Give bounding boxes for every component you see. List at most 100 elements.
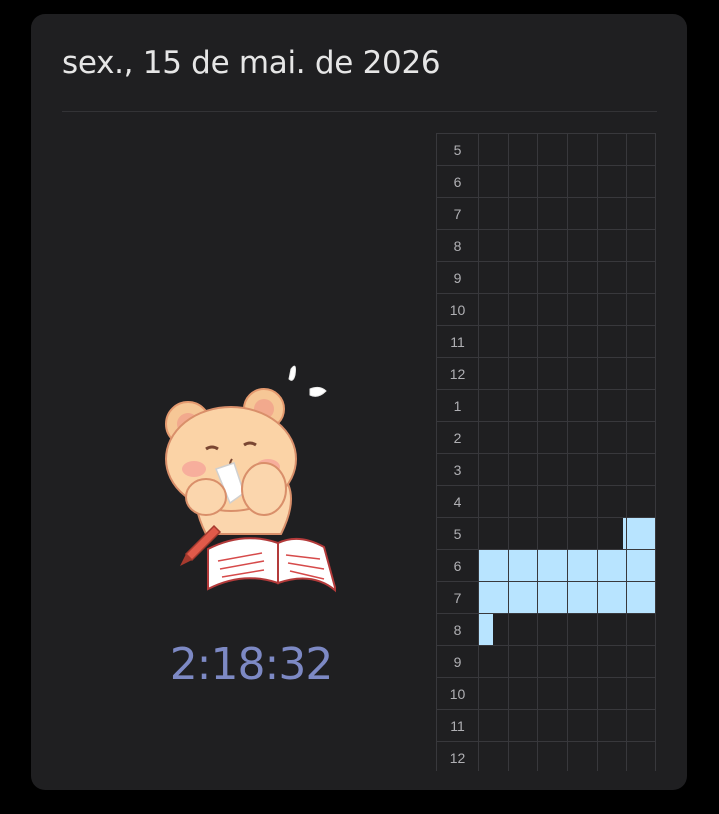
schedule-cell (596, 389, 627, 421)
schedule-cell (478, 229, 508, 261)
schedule-cell (478, 645, 508, 677)
hour-label: 1 (436, 389, 478, 421)
schedule-cell (566, 293, 597, 325)
schedule-cell (507, 421, 538, 453)
schedule-row: 10 (436, 677, 656, 709)
schedule-row: 1 (436, 389, 656, 421)
schedule-cell (596, 197, 627, 229)
schedule-cell (478, 485, 508, 517)
schedule-cell (507, 229, 538, 261)
schedule-cell (478, 133, 508, 165)
schedule-cell (566, 581, 597, 613)
schedule-cell (478, 741, 508, 771)
schedule-cell (596, 613, 627, 645)
schedule-cell (507, 133, 538, 165)
schedule-cell (478, 549, 508, 581)
schedule-cell (478, 517, 508, 549)
schedule-cell (626, 293, 656, 325)
schedule-cell (478, 677, 508, 709)
schedule-cell (507, 293, 538, 325)
schedule-cell (626, 677, 656, 709)
schedule-cell (478, 293, 508, 325)
hour-label: 5 (436, 517, 478, 549)
hour-label: 2 (436, 421, 478, 453)
schedule-cell (566, 357, 597, 389)
schedule-cell (507, 357, 538, 389)
schedule-row: 8 (436, 613, 656, 645)
schedule-cell (566, 421, 597, 453)
hour-label: 8 (436, 229, 478, 261)
activity-fill (508, 582, 538, 613)
schedule-cell (626, 517, 656, 549)
schedule-cell (596, 229, 627, 261)
schedule-cell (566, 453, 597, 485)
schedule-cell (507, 165, 538, 197)
schedule-cell (507, 549, 538, 581)
schedule-cell (537, 357, 567, 389)
schedule-cell (507, 613, 538, 645)
schedule-cell (596, 421, 627, 453)
schedule-cell (507, 197, 538, 229)
schedule-cell (626, 421, 656, 453)
activity-fill (479, 550, 508, 581)
schedule-cell (596, 517, 627, 549)
timer-display: 2:18:32 (169, 639, 334, 690)
schedule-row: 11 (436, 325, 656, 357)
hour-label: 10 (436, 677, 478, 709)
schedule-row: 9 (436, 261, 656, 293)
schedule-cell (566, 677, 597, 709)
schedule-cell (537, 325, 567, 357)
schedule-cell (537, 677, 567, 709)
focus-card: sex., 15 de mai. de 2026 2:18:32 5 6 7 8… (31, 14, 687, 790)
schedule-cell (507, 677, 538, 709)
schedule-cell (566, 165, 597, 197)
schedule-cell (478, 421, 508, 453)
schedule-cell (596, 165, 627, 197)
schedule-row: 5 (436, 517, 656, 549)
page-title: sex., 15 de mai. de 2026 (62, 45, 441, 81)
schedule-cell (626, 741, 656, 771)
hour-label: 9 (436, 261, 478, 293)
schedule-cell (596, 293, 627, 325)
schedule-cell (507, 261, 538, 293)
hour-label: 3 (436, 453, 478, 485)
schedule-cell (626, 261, 656, 293)
schedule-cell (626, 645, 656, 677)
schedule-cell (596, 453, 627, 485)
schedule-cell (537, 581, 567, 613)
schedule-cell (626, 485, 656, 517)
schedule-cell (596, 645, 627, 677)
schedule-cell (626, 549, 656, 581)
schedule-row: 9 (436, 645, 656, 677)
schedule-cell (507, 581, 538, 613)
activity-fill (479, 614, 494, 645)
schedule-cell (566, 613, 597, 645)
schedule-row: 11 (436, 709, 656, 741)
activity-fill (627, 582, 655, 613)
schedule-row: 6 (436, 549, 656, 581)
schedule-cell (596, 741, 627, 771)
schedule-cell (537, 389, 567, 421)
schedule-row: 12 (436, 357, 656, 389)
schedule-cell (537, 229, 567, 261)
activity-fill (627, 550, 655, 581)
schedule-cell (626, 165, 656, 197)
schedule-cell (478, 261, 508, 293)
activity-fill (508, 550, 538, 581)
schedule-cell (626, 325, 656, 357)
schedule-cell (478, 325, 508, 357)
hour-label: 11 (436, 325, 478, 357)
schedule-row: 3 (436, 453, 656, 485)
schedule-cell (507, 453, 538, 485)
schedule-cell (478, 709, 508, 741)
activity-fill (597, 550, 627, 581)
schedule-cell (596, 261, 627, 293)
schedule-cell (537, 453, 567, 485)
schedule-cell (596, 485, 627, 517)
schedule-cell (596, 133, 627, 165)
hour-label: 7 (436, 197, 478, 229)
schedule-cell (596, 677, 627, 709)
schedule-cell (537, 709, 567, 741)
schedule-cell (596, 709, 627, 741)
schedule-cell (566, 549, 597, 581)
